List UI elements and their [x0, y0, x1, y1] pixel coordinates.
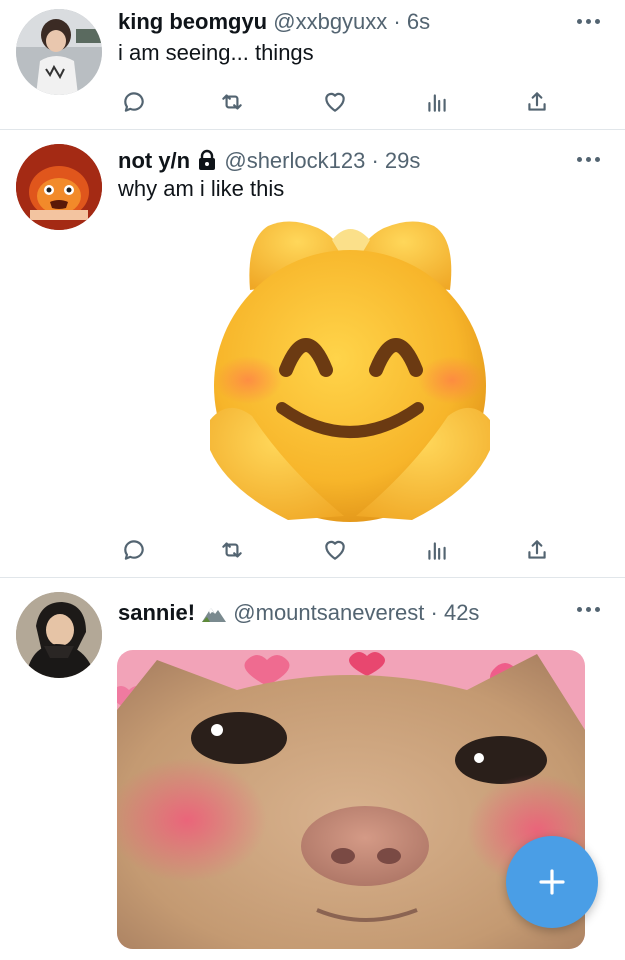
user-handle[interactable]: @sherlock123 [224, 148, 365, 173]
avatar-photo [16, 592, 102, 678]
tweet-2[interactable]: not y/n @sherlock123 · 29s why am i like… [0, 130, 625, 577]
tweet-header: sannie! @mountsaneverest · 42s [118, 600, 565, 626]
avatar[interactable] [16, 9, 102, 95]
timestamp[interactable]: 29s [385, 148, 420, 173]
separator-dot: · [430, 600, 438, 625]
calcifer-avatar [16, 144, 102, 230]
user-handle[interactable]: @xxbgyuxx [273, 9, 387, 34]
avatar[interactable] [16, 144, 102, 230]
tweet-1[interactable]: king beomgyu @xxbgyuxx · 6s i am seeing.… [0, 0, 625, 130]
tweet-text: i am seeing... things [118, 40, 314, 65]
like-icon[interactable] [318, 85, 352, 119]
tweet-text: why am i like this [118, 176, 285, 201]
mountain-emoji [202, 608, 227, 622]
retweet-icon[interactable] [215, 533, 249, 567]
user-handle[interactable]: @mountsaneverest [233, 600, 424, 625]
display-name[interactable]: not y/n [118, 148, 190, 173]
plus-icon [539, 869, 565, 895]
reply-icon[interactable] [117, 85, 151, 119]
avatar[interactable] [16, 592, 102, 678]
timestamp[interactable]: 42s [444, 600, 479, 625]
tweet-header: not y/n @sherlock123 · 29s [118, 148, 565, 174]
analytics-icon[interactable] [420, 85, 454, 119]
tweet-header: king beomgyu @xxbgyuxx · 6s [118, 9, 565, 35]
timestamp[interactable]: 6s [407, 9, 430, 34]
tweet-media[interactable] [118, 220, 584, 522]
avatar-photo [16, 9, 102, 95]
analytics-icon[interactable] [420, 533, 454, 567]
more-options-icon[interactable] [577, 18, 601, 26]
retweet-icon[interactable] [215, 85, 249, 119]
like-icon[interactable] [318, 533, 352, 567]
lock-icon [199, 149, 216, 170]
tweet-actions [0, 533, 625, 567]
share-icon[interactable] [520, 85, 554, 119]
share-icon[interactable] [520, 533, 554, 567]
tweet-actions [0, 85, 625, 119]
more-options-icon[interactable] [577, 156, 601, 164]
more-options-icon[interactable] [577, 606, 601, 614]
smiling-face-emoji [210, 221, 490, 522]
separator-dot: · [371, 148, 379, 173]
separator-dot: · [393, 9, 401, 34]
compose-tweet-button[interactable] [506, 836, 598, 928]
reply-icon[interactable] [117, 533, 151, 567]
display-name[interactable]: sannie! [118, 600, 195, 625]
display-name[interactable]: king beomgyu [118, 9, 267, 34]
